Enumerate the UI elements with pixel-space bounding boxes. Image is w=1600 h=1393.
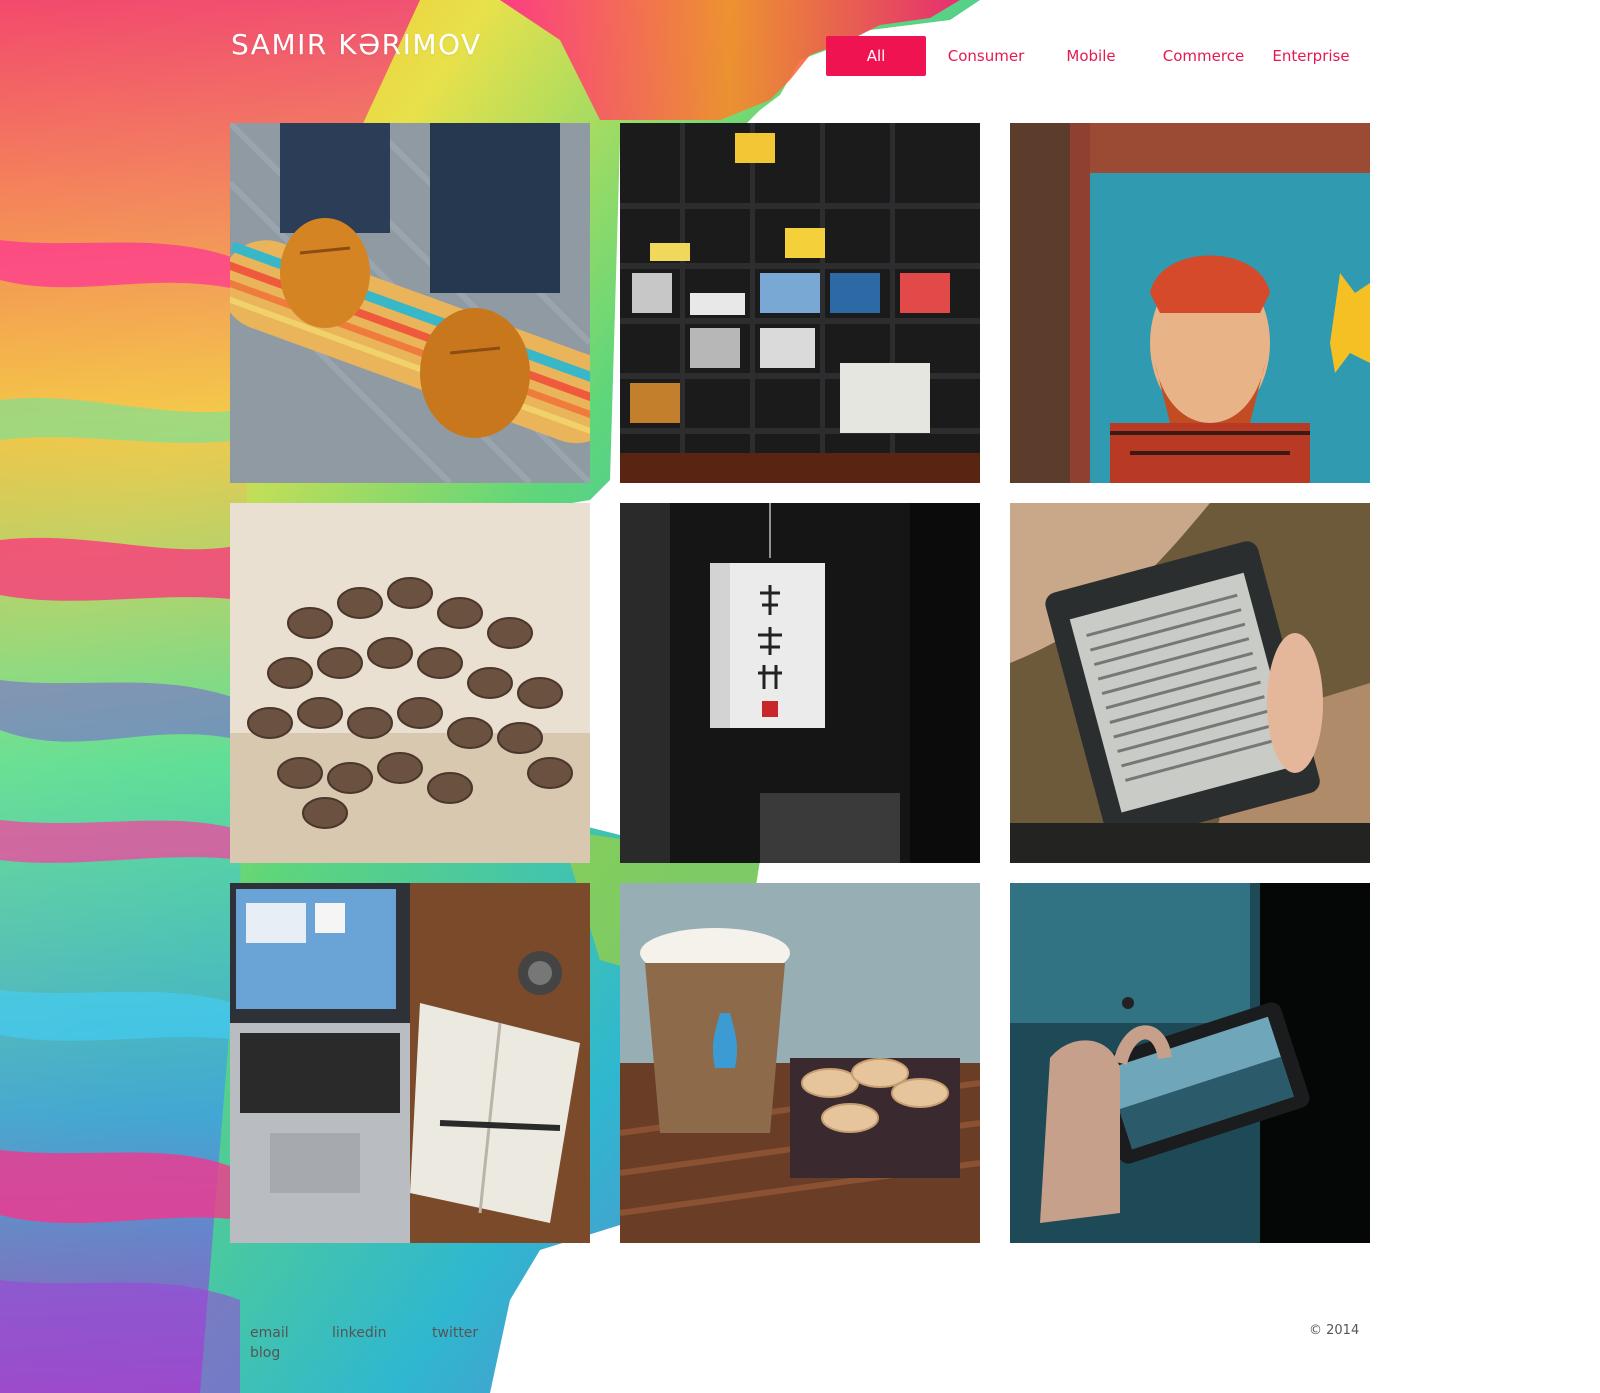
hands-phone-photo	[1010, 883, 1370, 1243]
category-filter-bar: All Consumer Mobile Commerce Enterprise	[826, 36, 1351, 76]
filter-enterprise-button[interactable]: Enterprise	[1271, 36, 1351, 76]
footer-link-linkedin[interactable]: linkedin	[332, 1323, 432, 1343]
coffee-beans-photo	[230, 503, 590, 863]
paper-lantern-photo	[620, 503, 980, 863]
footer-link-email[interactable]: email	[250, 1323, 332, 1343]
filter-mobile-button[interactable]: Mobile	[1046, 36, 1136, 76]
portfolio-item-phone[interactable]	[1010, 883, 1370, 1243]
portfolio-item-mural[interactable]	[1010, 123, 1370, 483]
portfolio-item-laptop[interactable]	[230, 883, 590, 1243]
footer-links: email linkedin twitter blog	[250, 1323, 510, 1363]
filter-all-button[interactable]: All	[826, 36, 926, 76]
filter-commerce-button[interactable]: Commerce	[1136, 36, 1271, 76]
portfolio-item-ereader[interactable]	[1010, 503, 1370, 863]
footer-link-twitter[interactable]: twitter	[432, 1323, 478, 1343]
portfolio-item-coffee-beans[interactable]	[230, 503, 590, 863]
portfolio-item-coffee-macarons[interactable]	[620, 883, 980, 1243]
site-title[interactable]: SAMIR KƏRIMOV	[231, 28, 482, 61]
copyright-notice: © 2014	[1309, 1323, 1360, 1338]
filter-consumer-button[interactable]: Consumer	[926, 36, 1046, 76]
bookshelf-photo	[620, 123, 980, 483]
portfolio-item-lantern[interactable]	[620, 503, 980, 863]
portfolio-item-skateboard[interactable]	[230, 123, 590, 483]
footer-link-blog[interactable]: blog	[250, 1343, 280, 1363]
laptop-notebook-photo	[230, 883, 590, 1243]
ereader-photo	[1010, 503, 1370, 863]
portfolio-grid	[230, 123, 1370, 1243]
coffee-macarons-photo	[620, 883, 980, 1243]
skateboard-photo	[230, 123, 590, 483]
portfolio-item-bookshelf[interactable]	[620, 123, 980, 483]
bearded-man-mural-photo	[1010, 123, 1370, 483]
